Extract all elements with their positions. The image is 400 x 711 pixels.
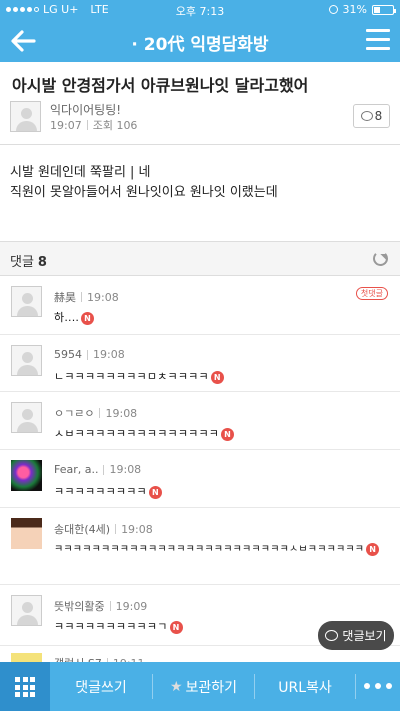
comment-text: ㅋㅋㅋㅋㅋㅋㅋㅋㅋ [54, 485, 147, 498]
comment-text: ㄴㅋㅋㅋㅋㅋㅋㅋㅋㅁㅊㅋㅋㅋㅋ [54, 370, 209, 383]
copy-url-button[interactable]: URL복사 [255, 662, 355, 711]
star-icon: ★ [169, 678, 183, 695]
comment-time: 19:08 [87, 290, 119, 304]
battery-percent: 31% [342, 3, 367, 16]
post-body-line: 시발 원데인데 쭉팔리 | 네 [10, 165, 151, 180]
comment-item: Fear, a.. 19:08 ㅋㅋㅋㅋㅋㅋㅋㅋㅋ N [0, 451, 400, 508]
commenter-avatar[interactable] [11, 345, 42, 376]
post-author-row: 익다이어팅팅! 19:07 조회 106 8 [10, 100, 390, 134]
comment-item: 송대한(4세) 19:08 ㅋㅋㅋㅋㅋㅋㅋㅋㅋㅋㅋㅋㅋㅋㅋㅋㅋㅋㅋㅋㅋㅋㅋㅋㅋㅅㅂ… [0, 509, 400, 585]
view-comments-label: 댓글보기 [342, 629, 387, 643]
app-header: · 20代 익명담화방 [0, 20, 400, 62]
new-badge: N [366, 542, 380, 556]
new-badge: N [221, 427, 235, 441]
status-bar: LG U+ LTE 오후 7:13 31% [0, 0, 400, 20]
grid-icon [15, 677, 35, 697]
write-comment-button[interactable]: 댓글쓰기 [50, 662, 152, 711]
post-body-line: 직원이 못알아들어서 원나잇이요 원나잇 이랬는데 [10, 185, 278, 200]
more-icon[interactable] [364, 683, 392, 689]
divider [0, 144, 400, 145]
view-count: 조회 106 [92, 119, 138, 132]
refresh-icon[interactable] [373, 251, 388, 266]
post-title: 아시발 안경점가서 아큐브원나잇 달라고했어 [12, 76, 309, 95]
menu-button[interactable] [366, 29, 390, 51]
commenter-name[interactable]: 赫昊 [54, 289, 76, 305]
comment-time: 19:08 [109, 463, 142, 476]
comment-count: 8 [374, 109, 383, 123]
commenter-name[interactable]: 뜻밖의활중 [54, 598, 105, 614]
comments-total: 8 [37, 255, 47, 270]
comment-time: 19:08 [121, 522, 153, 536]
post-time: 19:07 [50, 118, 82, 132]
comment-text: ㅅㅂㅋㅋㅋㅋㅋㅋㅋㅋㅋㅋㅋㅋㅋㅋ [54, 427, 220, 440]
commenter-avatar[interactable] [11, 460, 42, 491]
speech-bubble-icon [360, 111, 373, 121]
comment-text: 하.... [54, 311, 80, 324]
comment-count-button[interactable]: 8 [353, 104, 390, 128]
author-name[interactable]: 익다이어팅팅! [50, 101, 121, 118]
bookmark-button[interactable]: ★ 보관하기 [153, 662, 254, 711]
commenter-avatar[interactable] [11, 286, 42, 317]
comment-time: 19:08 [105, 406, 138, 420]
orientation-lock-icon [328, 5, 338, 14]
commenter-name[interactable]: 송대한(4세) [54, 521, 110, 537]
commenter-name[interactable]: Fear, a.. [54, 463, 98, 476]
comments-header: 댓글 8 [0, 241, 400, 276]
comment-time: 19:08 [93, 348, 125, 361]
bookmark-label: 보관하기 [185, 679, 238, 696]
comment-time: 19:09 [115, 599, 148, 613]
commenter-name[interactable]: ㅇㄱㄹㅇ [54, 405, 94, 421]
comment-text: ㅋㅋㅋㅋㅋㅋㅋㅋㅋㅋㅋㅋㅋㅋㅋㅋㅋㅋㅋㅋㅋㅋㅋㅋㅋㅅㅂㅋㅋㅋㅋㅋㅋ [54, 544, 365, 555]
copy-url-label: URL복사 [278, 679, 332, 696]
comment-item: 5954 19:08 ㄴㅋㅋㅋㅋㅋㅋㅋㅋㅁㅊㅋㅋㅋㅋ N [0, 336, 400, 392]
commenter-avatar[interactable] [11, 518, 42, 549]
comments-label: 댓글 [10, 255, 34, 270]
battery-icon [372, 4, 396, 15]
commenter-avatar[interactable] [11, 402, 42, 433]
comment-text: ㅋㅋㅋㅋㅋㅋㅋㅋㅋㅋㄱ [54, 620, 168, 633]
commenter-avatar[interactable] [11, 595, 42, 626]
view-comments-button[interactable]: 댓글보기 [318, 621, 394, 650]
new-badge: N [210, 370, 224, 384]
speech-bubble-icon [325, 630, 339, 641]
bottom-toolbar: 댓글쓰기 ★ 보관하기 URL복사 [0, 662, 400, 711]
comment-item: ㅇㄱㄹㅇ 19:08 ㅅㅂㅋㅋㅋㅋㅋㅋㅋㅋㅋㅋㅋㅋㅋㅋ N [0, 393, 400, 450]
first-comment-badge: 첫댓글 [355, 287, 388, 300]
board-title[interactable]: · 20代 익명담화방 [0, 30, 400, 55]
new-badge: N [148, 485, 162, 499]
new-badge: N [169, 620, 183, 634]
post-body: 시발 원데인데 쭉팔리 | 네 직원이 못알아들어서 원나잇이요 원나잇 이랬는… [10, 163, 390, 203]
write-comment-label: 댓글쓰기 [75, 679, 127, 696]
grid-menu-button[interactable] [0, 662, 50, 711]
new-badge: N [81, 311, 95, 325]
author-avatar[interactable] [10, 101, 41, 132]
commenter-name[interactable]: 5954 [54, 348, 82, 361]
comment-item: 赫昊 19:08 첫댓글 하.... N [0, 277, 400, 335]
